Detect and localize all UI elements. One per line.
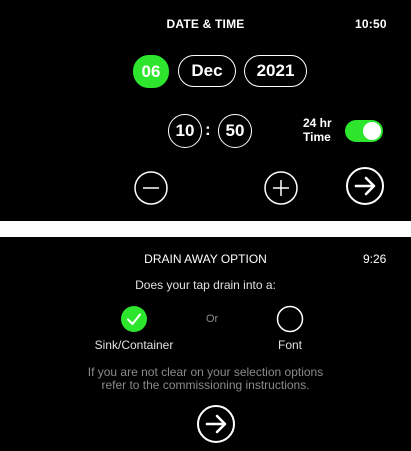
month-selector[interactable]: Dec xyxy=(178,55,236,87)
plus-circle-icon[interactable] xyxy=(263,170,299,206)
clock: 9:26 xyxy=(363,252,387,266)
hours-selector[interactable]: 10 xyxy=(168,114,202,148)
option-sink-container-label[interactable]: Sink/Container xyxy=(74,338,194,352)
year-selector[interactable]: 2021 xyxy=(244,55,307,87)
option-sink-container[interactable] xyxy=(120,305,148,333)
arrow-right-circle-icon[interactable] xyxy=(196,404,236,444)
page-title: DRAIN AWAY OPTION xyxy=(144,252,267,266)
date-time-screen: DATE & TIME 10:50 06 Dec 2021 10 : 50 24… xyxy=(0,0,411,221)
drain-away-screen: DRAIN AWAY OPTION 9:26 Does your tap dra… xyxy=(0,237,411,451)
day-selector[interactable]: 06 xyxy=(133,55,169,88)
or-separator: Or xyxy=(206,313,219,325)
time-format-label: 24 hr Time xyxy=(303,116,332,144)
toggle-knob xyxy=(363,122,381,140)
page-title: DATE & TIME xyxy=(166,17,245,31)
minutes-selector[interactable]: 50 xyxy=(218,114,252,148)
time-format-label-line2: Time xyxy=(303,130,331,144)
24hr-toggle[interactable] xyxy=(345,120,383,142)
empty-circle-icon xyxy=(276,305,304,333)
time-separator: : xyxy=(205,120,211,139)
drain-question: Does your tap drain into a: xyxy=(135,278,276,292)
help-text: If you are not clear on your selection o… xyxy=(0,366,411,392)
option-font-label[interactable]: Font xyxy=(250,338,330,352)
minus-circle-icon[interactable] xyxy=(133,170,169,206)
arrow-right-circle-icon[interactable] xyxy=(345,166,385,206)
option-font[interactable] xyxy=(276,305,304,333)
help-text-line2: refer to the commissioning instructions. xyxy=(101,378,310,392)
check-circle-icon xyxy=(121,306,147,332)
time-format-label-line1: 24 hr xyxy=(303,116,332,130)
clock: 10:50 xyxy=(355,17,387,31)
